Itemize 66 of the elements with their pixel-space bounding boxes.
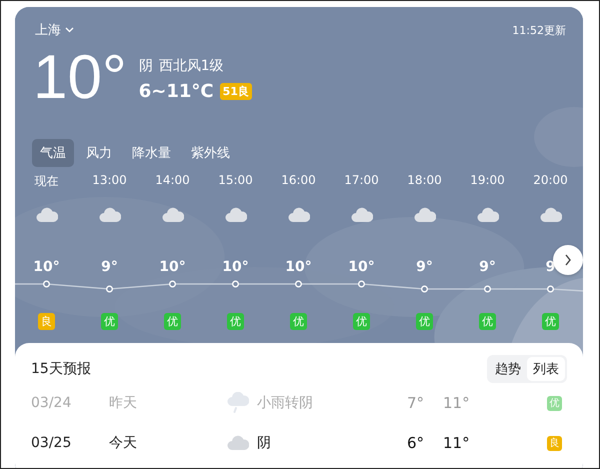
forecast-day: 今天 [109, 434, 227, 452]
air-quality-badge: 优 [227, 313, 244, 330]
forecast-condition: 小雨转阴 [257, 394, 314, 412]
cloud-icon [227, 435, 249, 451]
cloud-icon [350, 207, 372, 223]
metric-tab[interactable]: 风力 [78, 139, 120, 167]
air-quality-badge: 优 [164, 313, 181, 330]
temperature-range: 6~11°C [138, 81, 214, 102]
hour-label: 现在 [34, 173, 58, 190]
hour-label: 17:00 [344, 173, 379, 189]
hour-label: 13:00 [92, 173, 127, 189]
metric-tab[interactable]: 气温 [32, 139, 74, 167]
forecast-condition: 阴 [257, 434, 272, 452]
air-quality-badge: 优 [101, 313, 118, 330]
metric-tab[interactable]: 降水量 [124, 139, 179, 167]
view-option[interactable]: 趋势 [489, 357, 527, 381]
cloud-icon [288, 207, 310, 223]
forecast-date: 03/25 [31, 435, 72, 451]
current-temperature: 10° [33, 43, 127, 113]
hour-label: 19:00 [470, 173, 505, 189]
update-time: 11:52更新 [512, 22, 566, 38]
hour-label: 15:00 [218, 173, 253, 189]
hour-temperature: 9° [101, 259, 118, 277]
hour-label: 20:00 [533, 173, 568, 189]
cloud-icon [414, 207, 436, 223]
forecast-date: 03/24 [31, 395, 72, 411]
cloud-icon [540, 207, 562, 223]
hour-label: 16:00 [281, 173, 316, 189]
hour-label: 14:00 [155, 173, 190, 189]
low-temperature: 7° [407, 394, 426, 412]
air-quality-badge: 优 [547, 396, 562, 410]
hour-temperature: 9° [479, 259, 496, 277]
hour-temperature: 10° [348, 259, 375, 277]
high-temperature: 11° [443, 394, 471, 412]
metric-tab[interactable]: 紫外线 [183, 139, 238, 167]
hour-temperature: 9° [416, 259, 433, 277]
air-quality-badge: 优 [416, 313, 433, 330]
aqi-badge: 51良 [220, 83, 252, 100]
high-temperature: 11° [443, 434, 471, 452]
air-quality-badge: 良 [547, 436, 562, 450]
hour-temperature: 10° [33, 259, 60, 277]
low-temperature: 6° [407, 434, 426, 452]
cloud-icon [36, 207, 58, 223]
hour-temperature: 10° [222, 259, 249, 277]
air-quality-badge: 优 [479, 313, 496, 330]
view-option[interactable]: 列表 [527, 357, 565, 381]
weather-condition: 阴 [138, 57, 153, 75]
forecast-day: 昨天 [109, 394, 227, 412]
hour-temperature: 10° [285, 259, 312, 277]
hour-label: 18:00 [407, 173, 442, 189]
chevron-down-icon [65, 27, 74, 33]
rain-cloud-icon [227, 392, 249, 414]
forecast-title: 15天预报 [31, 360, 91, 378]
air-quality-badge: 优 [353, 313, 370, 330]
hour-temperature: 10° [159, 259, 186, 277]
wind-info: 西北风1级 [158, 57, 224, 75]
cloud-icon [224, 207, 246, 223]
chevron-right-icon [564, 254, 572, 266]
cloud-icon [476, 207, 498, 223]
hour-temperature: 9 [546, 259, 556, 277]
cloud-icon [162, 207, 184, 223]
air-quality-badge: 优 [290, 313, 307, 330]
cloud-icon [98, 207, 120, 223]
air-quality-badge: 优 [542, 313, 559, 330]
air-quality-badge: 良 [38, 313, 55, 330]
city-selector[interactable]: 上海 [35, 21, 74, 39]
